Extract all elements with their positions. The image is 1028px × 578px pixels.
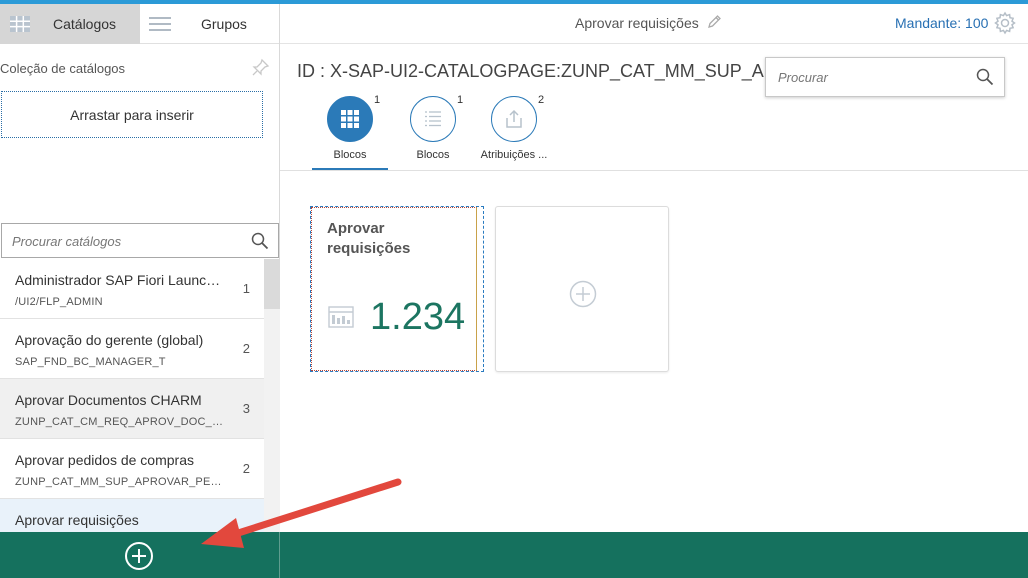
catalog-title: Aprovar pedidos de compras	[15, 452, 194, 468]
tile-drop-target[interactable]: Aprovar requisições 1.234	[310, 206, 484, 372]
catalog-title: Aprovação do gerente (global)	[15, 332, 204, 348]
tab-groups-label: Grupos	[201, 16, 247, 32]
catalog-title: Aprovar requisições	[15, 512, 139, 528]
catalog-list-scrollbar[interactable]	[264, 259, 280, 532]
catalog-search-placeholder: Procurar catálogos	[12, 234, 122, 249]
tab-count: 1	[374, 94, 381, 106]
tab-label: Atribuições ...	[480, 149, 548, 161]
catalog-search-input[interactable]: Procurar catálogos	[1, 223, 279, 258]
gear-icon[interactable]	[993, 11, 1017, 40]
collection-title: Coleção de catálogos	[0, 61, 126, 76]
grid-icon	[0, 4, 40, 44]
report-icon	[328, 305, 354, 334]
list-icon	[140, 4, 180, 44]
tab-catalogs[interactable]: Catálogos	[0, 4, 140, 44]
catalog-count: 2	[242, 341, 250, 356]
scrollbar-thumb[interactable]	[264, 259, 280, 309]
share-icon	[491, 96, 537, 142]
add-tile-button[interactable]	[495, 206, 669, 372]
search-icon[interactable]	[976, 68, 994, 91]
list-item[interactable]: Aprovar Documentos CHARM ZUNP_CAT_CM_REQ…	[0, 379, 264, 439]
add-catalog-button[interactable]	[124, 541, 154, 576]
catalog-count: 3	[242, 401, 250, 416]
catalog-id: ZUNP_CAT_MM_SUP_APROVAR_PEDIDOS	[15, 476, 225, 488]
pencil-icon[interactable]	[706, 14, 722, 35]
tile-title: Aprovar requisições	[327, 220, 411, 257]
header-title: Aprovar requisições	[575, 15, 699, 31]
tile-search-input[interactable]: Procurar	[765, 57, 1005, 97]
catalog-title: Aprovar Documentos CHARM	[15, 392, 202, 408]
tab-tiles[interactable]: 1 Blocos	[312, 92, 388, 172]
list-item[interactable]: Aprovação do gerente (global) SAP_FND_BC…	[0, 319, 264, 379]
footer-bar	[0, 532, 1028, 578]
list-icon	[410, 96, 456, 142]
tab-catalogs-label: Catálogos	[53, 16, 117, 32]
catalog-id: ZUNP_CAT_CM_REQ_APROV_DOC_CHARM	[15, 416, 225, 428]
add-circle-icon	[569, 280, 597, 313]
kpi-tile[interactable]: Aprovar requisições 1.234	[311, 207, 477, 371]
tab-count: 2	[538, 94, 545, 106]
tiles-icon	[327, 96, 373, 142]
tile-number: 1.234	[370, 296, 466, 338]
catalog-list: Administrador SAP Fiori Launchpad /UI2/F…	[0, 259, 264, 539]
client-label[interactable]: Mandante: 100	[895, 15, 988, 31]
tab-groups[interactable]: Grupos	[140, 4, 279, 44]
catalog-id: SAP_FND_BC_MANAGER_T	[15, 356, 166, 368]
tab-label: Blocos	[416, 149, 450, 161]
footer-divider	[279, 532, 280, 578]
catalog-count: 1	[242, 281, 250, 296]
tab-label: Blocos	[333, 149, 367, 161]
tab-bar-divider	[280, 170, 1028, 171]
pin-icon[interactable]	[252, 58, 270, 81]
search-icon[interactable]	[251, 232, 269, 255]
list-item[interactable]: Administrador SAP Fiori Launchpad /UI2/F…	[0, 259, 264, 319]
tab-count: 1	[457, 94, 464, 106]
tab-assignments[interactable]: 2 Atribuições ...	[476, 92, 552, 172]
left-tab-bar: Catálogos Grupos	[0, 4, 279, 44]
page-id: ID : X-SAP-UI2-CATALOGPAGE:ZUNP_CAT_MM_S…	[297, 61, 765, 81]
drop-zone[interactable]: Arrastar para inserir	[1, 91, 263, 138]
shell-header: Aprovar requisições Mandante: 100	[280, 4, 1028, 44]
catalog-count: 2	[242, 461, 250, 476]
catalog-id: /UI2/FLP_ADMIN	[15, 296, 103, 308]
tile-search-placeholder: Procurar	[778, 70, 828, 85]
catalog-title: Administrador SAP Fiori Launchpad	[15, 272, 225, 288]
tab-list-tiles[interactable]: 1 Blocos	[395, 92, 471, 172]
list-item[interactable]: Aprovar pedidos de compras ZUNP_CAT_MM_S…	[0, 439, 264, 499]
